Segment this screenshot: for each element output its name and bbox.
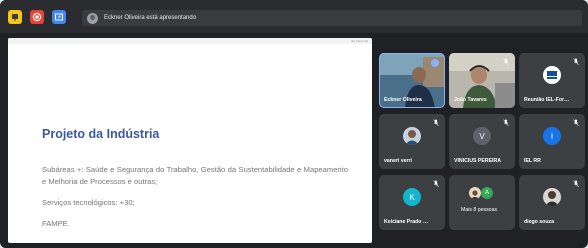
mic-off-icon	[433, 180, 439, 188]
presenter-avatar	[87, 12, 98, 24]
mic-off-icon	[573, 58, 579, 66]
participant-photo-avatar	[469, 187, 481, 199]
participant-name: VINICIUS PEREIRA	[454, 158, 501, 164]
presenting-banner: Eckner Oliveira está apresentando	[82, 10, 582, 26]
participant-name: IEL RR	[524, 158, 541, 164]
slide-corner-text: IEL Nacional	[351, 39, 368, 43]
participant-initial-avatar: I	[543, 127, 561, 145]
participant-name: Reunião IEL-For…	[524, 97, 570, 103]
presentation-slide: IEL Nacional Projeto da Indústria Subáre…	[8, 38, 372, 243]
presenter-label: Eckner Oliveira está apresentando	[104, 15, 197, 21]
mic-off-icon	[503, 119, 509, 127]
participant-tile[interactable]: I IEL RR	[519, 114, 585, 169]
slide-paragraph: Serviços tecnológicos: +30;	[42, 198, 135, 207]
bottom-strip	[0, 244, 588, 248]
mic-off-icon	[573, 119, 579, 127]
slide-body: Subáreas +: Saúde e Segurança do Trabalh…	[42, 164, 348, 239]
participant-name: diego souza	[524, 219, 554, 225]
participant-tile[interactable]: Eckner Oliveira	[379, 53, 445, 108]
more-participants-tile[interactable]: A Mais 8 pessoas	[449, 175, 515, 230]
slide-header	[8, 38, 372, 44]
participant-name: Keiciane Prado …	[384, 219, 429, 225]
participant-photo-avatar	[543, 188, 561, 206]
participant-tile[interactable]: V VINICIUS PEREIRA	[449, 114, 515, 169]
participant-tile[interactable]: K Keiciane Prado …	[379, 175, 445, 230]
slide-paragraph: Subáreas +: Saúde e Segurança do Trabalh…	[42, 165, 348, 186]
mic-off-icon	[433, 119, 439, 127]
audio-level-icon	[431, 59, 439, 67]
participant-tile[interactable]: Reunião IEL-For…	[519, 53, 585, 108]
mic-off-icon	[573, 180, 579, 188]
participant-initial-avatar: K	[403, 188, 421, 206]
participant-name: Eckner Oliveira	[384, 97, 422, 103]
participant-initial-avatar: V	[473, 127, 491, 145]
present-screen-icon[interactable]	[52, 10, 66, 24]
presentation-icon[interactable]	[8, 10, 22, 24]
participant-name: João Tavares	[454, 97, 487, 103]
participant-tile[interactable]: vaneri verri	[379, 114, 445, 169]
record-icon[interactable]	[30, 10, 44, 24]
slide-title: Projeto da Indústria	[42, 127, 160, 141]
meeting-window: Eckner Oliveira está apresentando IEL Na…	[0, 0, 588, 248]
participant-tile[interactable]: João Tavares	[449, 53, 515, 108]
participant-tile[interactable]: diego souza	[519, 175, 585, 230]
mic-off-icon	[503, 58, 509, 66]
slide-paragraph: FAMPE.	[42, 219, 70, 228]
participant-photo-avatar	[403, 127, 421, 145]
participant-initial-avatar: A	[481, 187, 493, 199]
more-participants-label: Mais 8 pessoas	[461, 207, 498, 213]
iel-logo-icon	[543, 66, 561, 84]
top-bar: Eckner Oliveira está apresentando	[0, 0, 588, 33]
participant-name: vaneri verri	[384, 158, 412, 164]
